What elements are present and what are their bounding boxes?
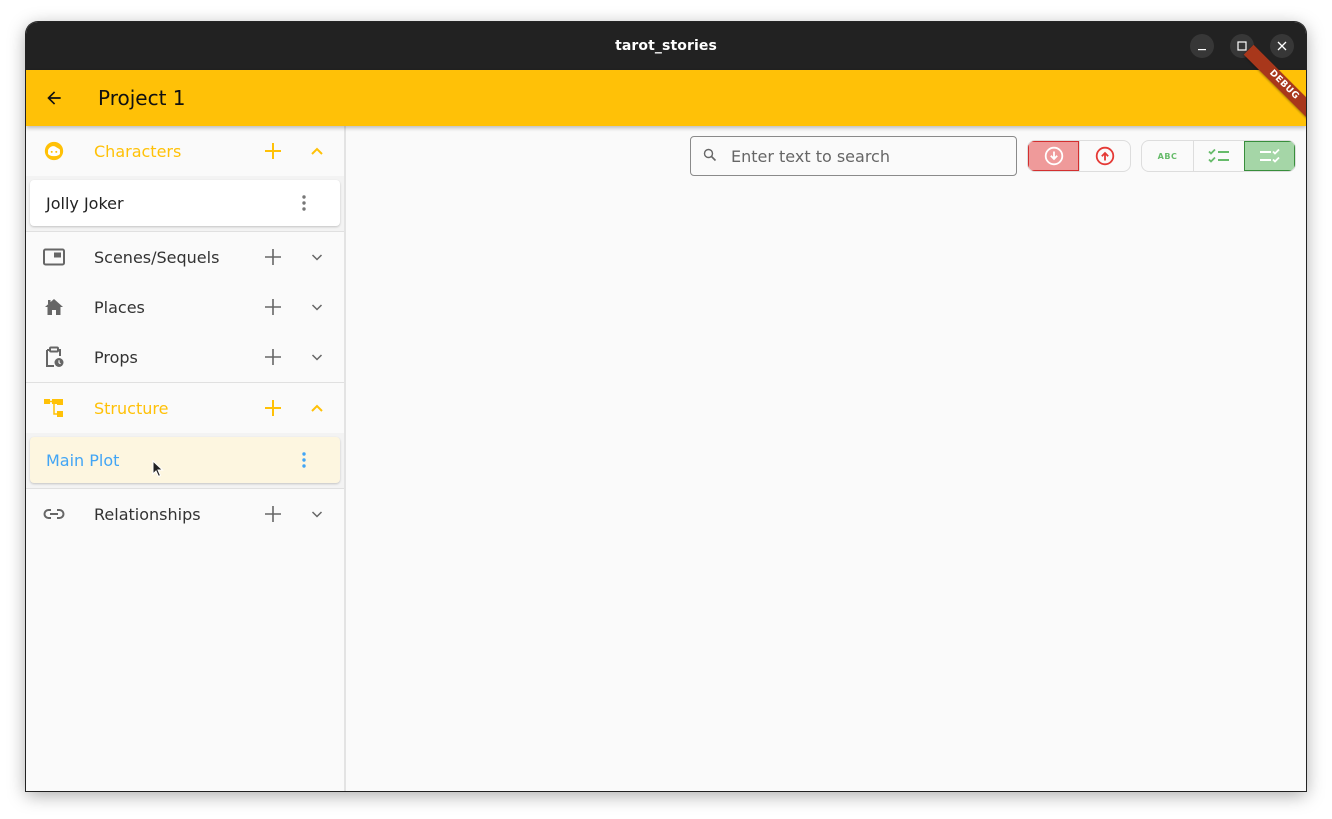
title-bar: tarot_stories [26,22,1306,70]
item-menu-button[interactable] [294,446,314,474]
face-icon [42,139,66,163]
characters-list: Jolly Joker [26,176,344,231]
sort-descending-button[interactable] [1028,141,1079,171]
abc-icon: ABC [1157,151,1178,161]
section-props[interactable]: Props [26,332,344,382]
add-icon [265,299,281,315]
add-icon [265,143,281,159]
minimize-icon [1198,49,1206,51]
arrow-circle-down-icon [1044,146,1063,166]
sort-toggle-group [1027,140,1131,172]
expand-props-button[interactable] [305,345,329,369]
add-icon [265,400,281,416]
add-structure-button[interactable] [259,394,287,422]
add-prop-button[interactable] [259,343,287,371]
add-character-button[interactable] [259,137,287,165]
main-content: ABC [346,126,1306,791]
section-places[interactable]: Places [26,282,344,332]
add-place-button[interactable] [259,293,287,321]
picture-in-picture-icon [42,245,66,269]
section-characters[interactable]: Characters [26,126,344,176]
link-icon [42,502,66,526]
app-window: tarot_stories Project 1 DEBUG Characters… [26,22,1306,791]
chevron-up-icon [311,404,323,412]
list-item[interactable]: Main Plot [30,437,340,483]
search-icon [703,148,719,164]
sort-ascending-button[interactable] [1079,141,1130,171]
add-icon [265,349,281,365]
back-button[interactable] [26,70,82,126]
close-button[interactable] [1270,34,1294,58]
search-field[interactable] [690,136,1017,176]
section-relationships[interactable]: Relationships [26,489,344,539]
minimize-button[interactable] [1190,34,1214,58]
arrow-back-icon [47,91,61,105]
sidebar: Characters Jolly Joker Scenes/Sequels Pl… [26,126,346,791]
chevron-down-icon [311,354,323,361]
chevron-down-icon [311,511,323,518]
add-icon [265,249,281,265]
view-toggle-group: ABC [1141,140,1296,172]
clipboard-clock-icon [42,345,66,369]
toolbar: ABC [690,136,1296,176]
home-icon [42,295,66,319]
checklist-icon [1208,148,1229,163]
section-structure[interactable]: Structure [26,383,344,433]
chevron-down-icon [311,304,323,311]
item-menu-button[interactable] [294,189,314,217]
chevron-up-icon [311,147,323,155]
view-checklist-rtl-button[interactable] [1244,141,1295,171]
window-title: tarot_stories [615,38,717,54]
collapse-structure-button[interactable] [305,396,329,420]
close-icon [1277,41,1287,51]
maximize-icon [1237,41,1247,51]
section-scenes-sequels[interactable]: Scenes/Sequels [26,232,344,282]
list-item[interactable]: Jolly Joker [30,180,340,226]
more-vert-icon [302,452,306,468]
structure-list: Main Plot [26,433,344,488]
account-tree-icon [42,396,66,420]
expand-scenes-button[interactable] [305,245,329,269]
mouse-cursor-icon [152,460,164,478]
checklist-rtl-icon [1259,148,1280,163]
expand-places-button[interactable] [305,295,329,319]
app-bar: Project 1 DEBUG [26,44,1306,126]
add-scene-button[interactable] [259,243,287,271]
more-vert-icon [302,195,306,211]
view-abc-button[interactable]: ABC [1142,141,1193,171]
arrow-circle-up-icon [1095,146,1115,166]
search-input[interactable] [731,146,1016,166]
view-checklist-button[interactable] [1193,141,1244,171]
add-relationship-button[interactable] [259,500,287,528]
add-icon [265,506,281,522]
project-title: Project 1 [98,86,186,110]
expand-relationships-button[interactable] [305,502,329,526]
chevron-down-icon [311,254,323,261]
collapse-characters-button[interactable] [305,139,329,163]
